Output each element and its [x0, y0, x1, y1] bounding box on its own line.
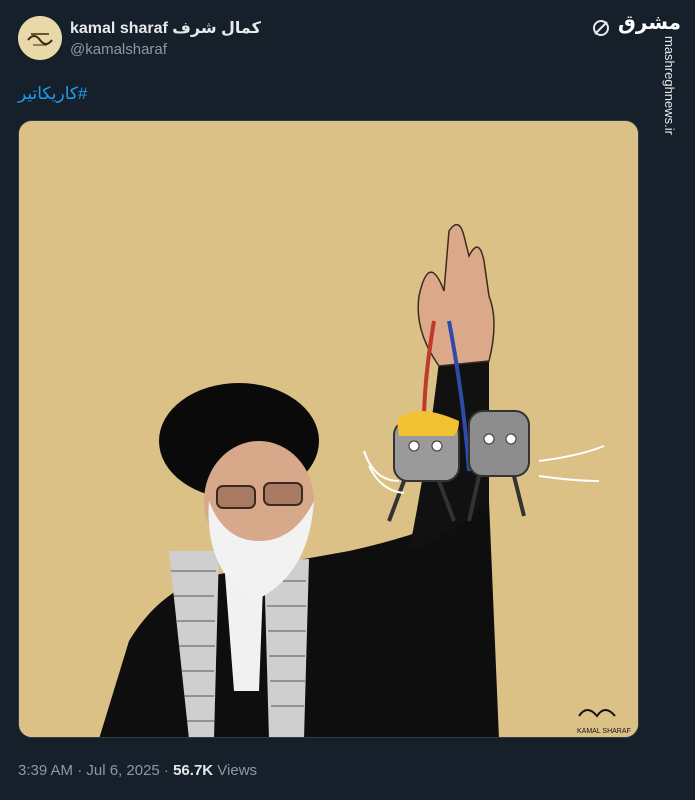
author-avatar[interactable]: [18, 16, 62, 60]
author-display-name[interactable]: kamal sharaf كمال شرف: [70, 18, 261, 38]
post-image[interactable]: KAMAL SHARAF: [18, 120, 639, 738]
avatar-logo-icon: [18, 16, 62, 60]
x-logo-icon[interactable]: [591, 18, 611, 38]
views-count: 56.7K: [173, 762, 214, 779]
author-handle[interactable]: @kamalsharaf: [70, 41, 167, 58]
watermark-logo: مشرق: [618, 10, 682, 34]
post-meta: 3:39 AM · Jul 6, 2025 · 56.7K Views: [18, 762, 257, 779]
cartoon-illustration: KAMAL SHARAF: [19, 121, 638, 737]
views-label: Views: [213, 762, 258, 779]
post-time[interactable]: 3:39 AM · Jul 6, 2025 ·: [18, 762, 173, 779]
watermark-url: mashreghnews.ir: [662, 36, 677, 135]
signature-text: KAMAL SHARAF: [577, 728, 631, 735]
post-hashtag[interactable]: #کاریکاتیر: [18, 84, 87, 104]
tweet-card: kamal sharaf كمال شرف @kamalsharaf #کاری…: [0, 0, 660, 800]
